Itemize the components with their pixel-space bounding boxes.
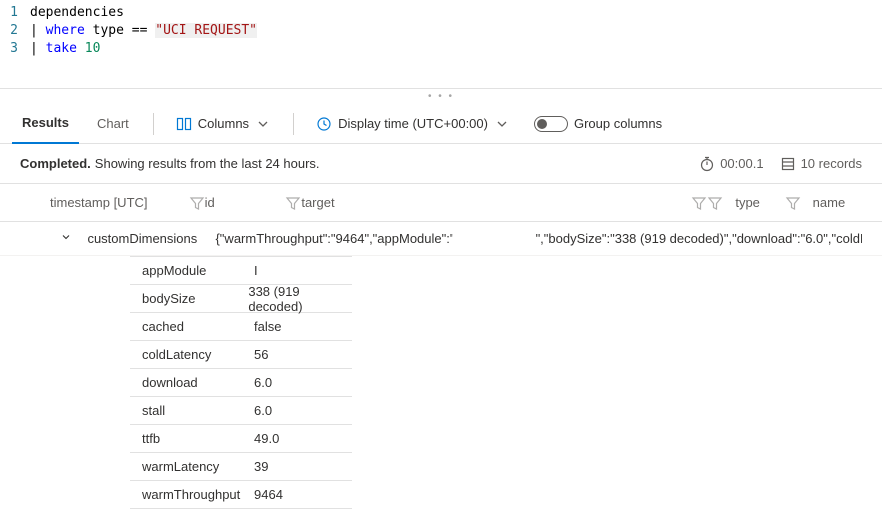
display-time-label: Display time (UTC+00:00) — [338, 116, 488, 131]
status-showing: Showing results from the last 24 hours. — [95, 156, 320, 171]
detail-row[interactable]: warmLatency39 — [130, 453, 352, 481]
detail-row[interactable]: warmThroughput9464 — [130, 481, 352, 509]
detail-row[interactable]: bodySize338 (919 decoded) — [130, 285, 352, 313]
record-count: 10 records — [780, 156, 862, 172]
filter-icon[interactable] — [189, 195, 205, 211]
collapse-chevron[interactable] — [60, 231, 87, 246]
records-icon — [780, 156, 796, 172]
detail-row[interactable]: download6.0 — [130, 369, 352, 397]
detail-value: 56 — [254, 347, 268, 362]
detail-key: warmLatency — [142, 459, 254, 474]
filter-icon[interactable] — [691, 195, 707, 211]
detail-value: 9464 — [254, 487, 283, 502]
display-time-button[interactable]: Display time (UTC+00:00) — [308, 108, 518, 140]
detail-row[interactable]: appModuleI — [130, 257, 352, 285]
column-header-timestamp[interactable]: timestamp [UTC] — [50, 195, 205, 211]
results-toolbar: Results Chart Columns Display time (UTC+… — [0, 104, 882, 144]
status-bar: Completed. Showing results from the last… — [0, 144, 882, 184]
resize-handle[interactable]: • • • — [0, 89, 882, 104]
column-header-id[interactable]: id — [205, 195, 302, 211]
stopwatch-icon — [699, 156, 715, 172]
columns-icon — [176, 116, 192, 132]
detail-value: 6.0 — [254, 375, 272, 390]
tab-chart[interactable]: Chart — [87, 104, 139, 144]
tab-results[interactable]: Results — [12, 104, 79, 144]
filter-icon[interactable] — [785, 195, 801, 211]
query-editor[interactable]: 1dependencies2| where type == "UCI REQUE… — [0, 0, 882, 89]
code-content[interactable]: dependencies — [30, 4, 124, 22]
detail-key: warmThroughput — [142, 487, 254, 502]
status-completed: Completed. — [20, 156, 91, 171]
toggle-switch[interactable] — [534, 116, 568, 132]
columns-label: Columns — [198, 116, 249, 131]
filter-icon[interactable] — [707, 195, 723, 211]
clock-icon — [316, 116, 332, 132]
line-number: 2 — [0, 22, 30, 40]
chevron-down-icon — [255, 116, 271, 132]
detail-key: coldLatency — [142, 347, 254, 362]
separator — [153, 113, 154, 135]
detail-value: false — [254, 319, 281, 334]
detail-key: cached — [142, 319, 254, 334]
editor-line[interactable]: 1dependencies — [0, 4, 882, 22]
column-header-type[interactable]: type — [707, 195, 784, 211]
detail-key: stall — [142, 403, 254, 418]
group-columns-toggle[interactable]: Group columns — [526, 108, 670, 140]
custom-dimensions-row: customDimensions {"warmThroughput":"9464… — [0, 222, 882, 256]
group-columns-label: Group columns — [574, 116, 662, 131]
detail-value: 338 (919 decoded) — [248, 284, 352, 314]
editor-line[interactable]: 3| take 10 — [0, 40, 882, 58]
detail-row[interactable]: ttfb49.0 — [130, 425, 352, 453]
grid-header: timestamp [UTC] id target type name — [0, 184, 882, 222]
detail-value: I — [254, 263, 258, 278]
code-content[interactable]: | where type == "UCI REQUEST" — [30, 22, 257, 40]
column-header-target[interactable]: target — [301, 195, 707, 211]
detail-key: bodySize — [142, 291, 248, 306]
detail-key: download — [142, 375, 254, 390]
detail-key: appModule — [142, 263, 254, 278]
custom-dimensions-preview-right: ","bodySize":"338 (919 decoded)","downlo… — [536, 231, 862, 246]
line-number: 1 — [0, 4, 30, 22]
detail-key: ttfb — [142, 431, 254, 446]
detail-value: 6.0 — [254, 403, 272, 418]
detail-value: 49.0 — [254, 431, 279, 446]
line-number: 3 — [0, 40, 30, 58]
custom-dimensions-label: customDimensions — [87, 231, 215, 246]
filter-icon[interactable] — [285, 195, 301, 211]
code-content[interactable]: | take 10 — [30, 40, 100, 58]
chevron-down-icon — [494, 116, 510, 132]
elapsed-time: 00:00.1 — [699, 156, 763, 172]
columns-button[interactable]: Columns — [168, 108, 279, 140]
detail-row[interactable]: coldLatency56 — [130, 341, 352, 369]
custom-dimensions-details: appModuleIbodySize338 (919 decoded)cache… — [130, 256, 352, 509]
detail-row[interactable]: stall6.0 — [130, 397, 352, 425]
detail-value: 39 — [254, 459, 268, 474]
column-header-name[interactable]: name — [785, 195, 862, 211]
detail-row[interactable]: cachedfalse — [130, 313, 352, 341]
custom-dimensions-preview-left: {"warmThroughput":"9464","appModule":"I — [215, 231, 453, 246]
editor-line[interactable]: 2| where type == "UCI REQUEST" — [0, 22, 882, 40]
separator — [293, 113, 294, 135]
